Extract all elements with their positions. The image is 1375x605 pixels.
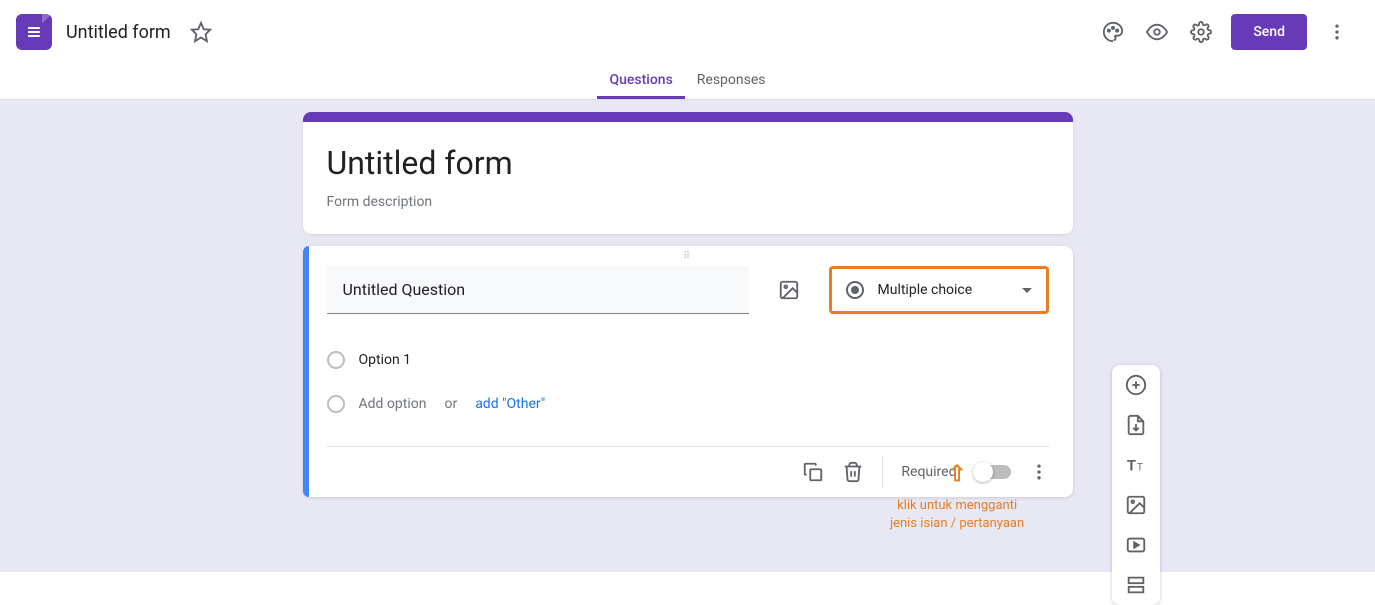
- svg-text:T: T: [1127, 457, 1136, 475]
- import-icon: [1125, 414, 1147, 436]
- annotation-line2: jenis isian / pertanyaan: [890, 515, 1024, 533]
- annotation-line1: klik untuk mengganti: [890, 497, 1024, 515]
- add-image-button[interactable]: [769, 270, 809, 310]
- delete-button[interactable]: [842, 461, 864, 483]
- add-section-button[interactable]: [1118, 571, 1154, 599]
- question-type-label: Multiple choice: [878, 282, 1022, 298]
- option-label[interactable]: Option 1: [359, 352, 412, 368]
- forms-logo[interactable]: [16, 14, 52, 50]
- star-icon: [190, 21, 212, 43]
- copy-icon: [802, 461, 824, 483]
- add-option[interactable]: Add option: [359, 396, 427, 412]
- form-title[interactable]: Untitled form: [327, 144, 1049, 182]
- option-row[interactable]: Option 1: [327, 338, 1049, 382]
- duplicate-button[interactable]: [802, 461, 824, 483]
- or-text: or: [444, 396, 457, 412]
- tab-responses[interactable]: Responses: [685, 64, 778, 99]
- arrow-up-icon: ⇧: [890, 460, 1024, 491]
- trash-icon: [842, 461, 864, 483]
- import-questions-button[interactable]: [1118, 411, 1154, 439]
- star-button[interactable]: [181, 12, 221, 52]
- question-title-input[interactable]: [327, 266, 749, 314]
- video-icon: [1125, 534, 1147, 556]
- palette-icon: [1102, 21, 1124, 43]
- gear-icon: [1190, 21, 1212, 43]
- radio-icon: [327, 395, 345, 413]
- form-header-card[interactable]: Untitled form Form description: [303, 112, 1073, 234]
- image-icon: [1125, 494, 1147, 516]
- section-icon: [1125, 574, 1147, 596]
- preview-button[interactable]: [1135, 10, 1179, 54]
- add-video-button[interactable]: [1118, 531, 1154, 559]
- image-icon: [778, 279, 800, 301]
- more-button[interactable]: [1315, 10, 1359, 54]
- question-type-select[interactable]: Multiple choice: [829, 266, 1049, 314]
- drag-handle[interactable]: ⠿: [303, 246, 1073, 266]
- add-image-button[interactable]: [1118, 491, 1154, 519]
- more-vertical-icon: [1029, 462, 1049, 482]
- settings-button[interactable]: [1179, 10, 1223, 54]
- add-question-button[interactable]: [1118, 371, 1154, 399]
- tabs: Questions Responses: [0, 64, 1375, 100]
- tab-questions[interactable]: Questions: [597, 64, 684, 99]
- form-description[interactable]: Form description: [327, 194, 1049, 210]
- divider: [882, 457, 883, 487]
- theme-button[interactable]: [1091, 10, 1135, 54]
- form-canvas: Untitled form Form description ⠿ Multipl…: [0, 100, 1375, 572]
- add-option-row: Add option or add "Other": [327, 382, 1049, 426]
- svg-text:T: T: [1137, 463, 1143, 474]
- document-title[interactable]: Untitled form: [66, 22, 171, 43]
- add-title-button[interactable]: TT: [1118, 451, 1154, 479]
- radio-icon: [846, 281, 864, 299]
- text-icon: TT: [1125, 454, 1147, 476]
- annotation: ⇧ klik untuk mengganti jenis isian / per…: [890, 460, 1024, 533]
- add-other[interactable]: add "Other": [475, 396, 545, 412]
- chevron-down-icon: [1022, 288, 1032, 293]
- eye-icon: [1146, 21, 1168, 43]
- radio-icon: [327, 351, 345, 369]
- app-header: Untitled form Send: [0, 0, 1375, 64]
- send-button[interactable]: Send: [1231, 14, 1307, 50]
- plus-circle-icon: [1125, 374, 1147, 396]
- more-vertical-icon: [1327, 22, 1347, 42]
- question-more-button[interactable]: [1029, 462, 1049, 482]
- floating-toolbar: TT: [1112, 365, 1160, 605]
